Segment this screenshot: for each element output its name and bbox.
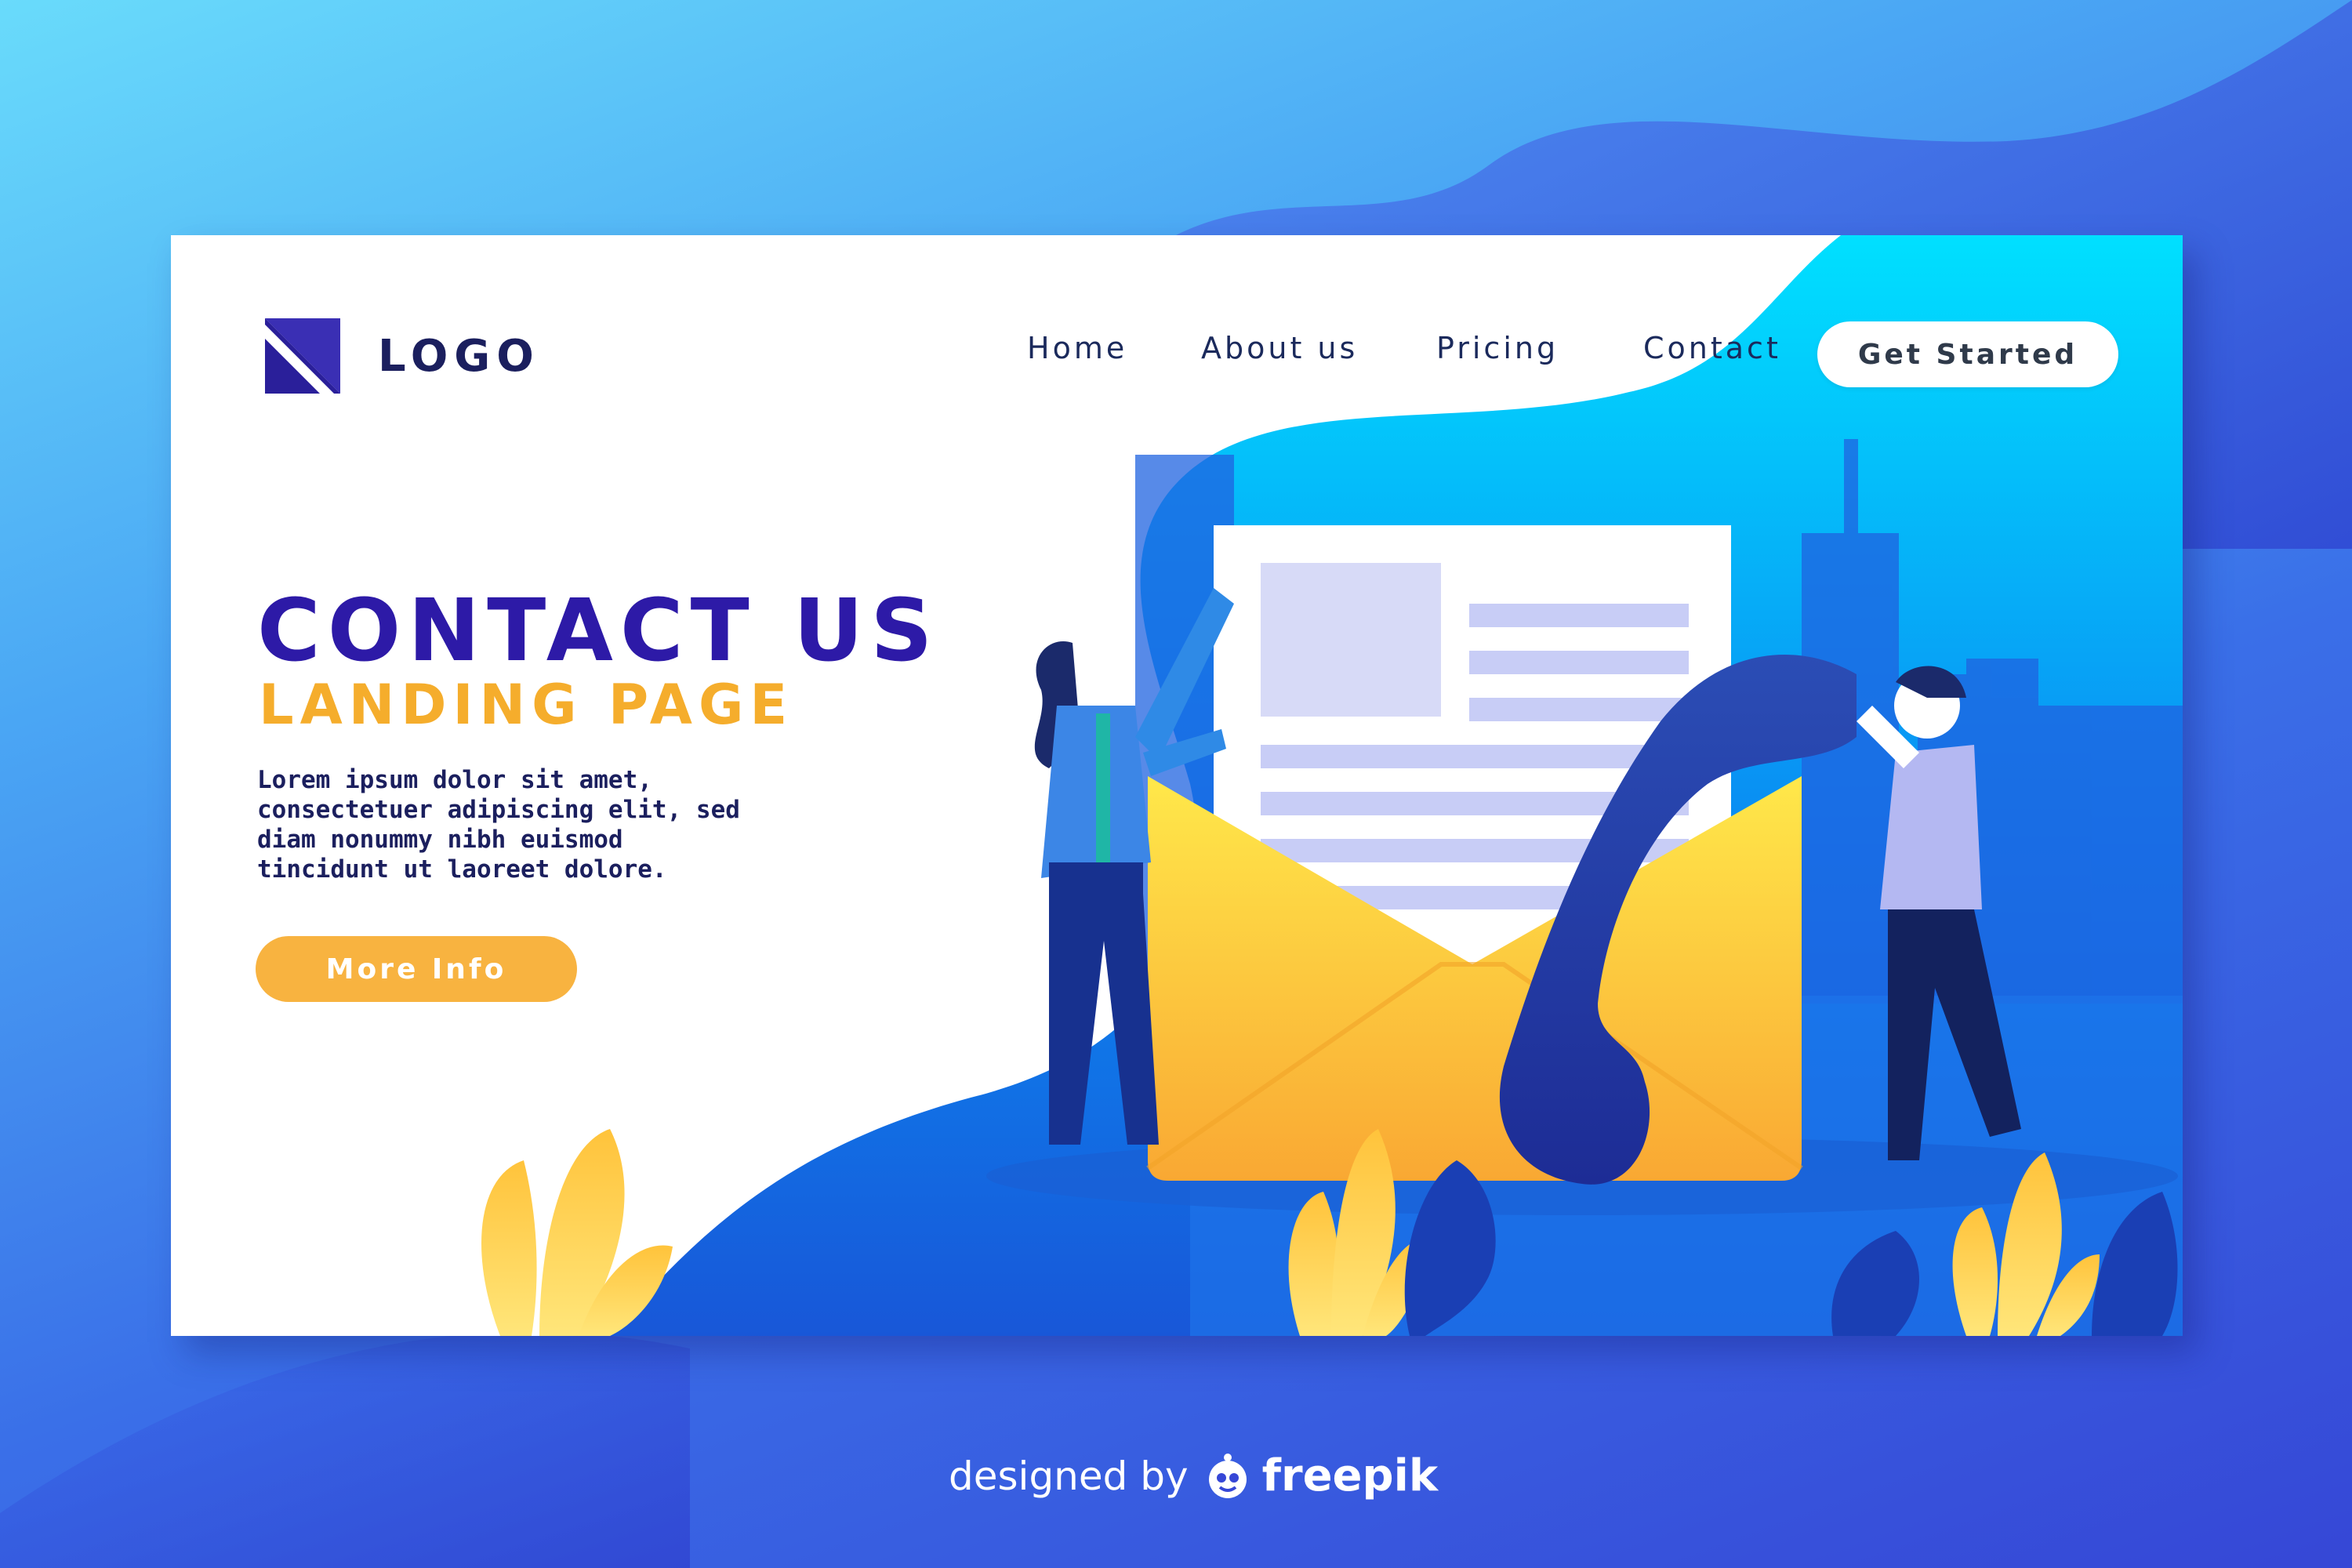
logo-text: LOGO xyxy=(378,330,540,382)
freepik-mascot-icon xyxy=(1208,1453,1247,1498)
nav-home[interactable]: Home xyxy=(1027,331,1127,365)
designer-credit[interactable]: designed by freepik xyxy=(949,1450,1438,1501)
hero-description-line: consectetuer adipiscing elit, sed xyxy=(257,796,740,824)
hero-description-line: Lorem ipsum dolor sit amet, xyxy=(257,766,652,794)
hero-title: CONTACT US xyxy=(257,580,940,681)
hero-description-line: diam nonummy nibh euismod xyxy=(257,826,623,854)
nav-pricing[interactable]: Pricing xyxy=(1436,331,1559,365)
credit-text: designed by xyxy=(949,1453,1189,1499)
hero-description: Lorem ipsum dolor sit amet, consectetuer… xyxy=(257,765,806,884)
freepik-brand: freepik xyxy=(1261,1450,1439,1501)
nav-about-us[interactable]: About us xyxy=(1201,331,1358,365)
square-logo-icon xyxy=(265,318,340,394)
logo[interactable]: LOGO xyxy=(265,318,540,394)
get-started-button[interactable]: Get Started xyxy=(1817,321,2118,387)
hero-description-line: tincidunt ut laoreet dolore. xyxy=(257,855,667,884)
nav-contact[interactable]: Contact xyxy=(1643,331,1781,365)
hero-subtitle: LANDING PAGE xyxy=(259,673,794,737)
landing-card: LOGO Home About us Pricing Contact Get S… xyxy=(171,235,2183,1336)
more-info-button[interactable]: More Info xyxy=(256,936,577,1002)
